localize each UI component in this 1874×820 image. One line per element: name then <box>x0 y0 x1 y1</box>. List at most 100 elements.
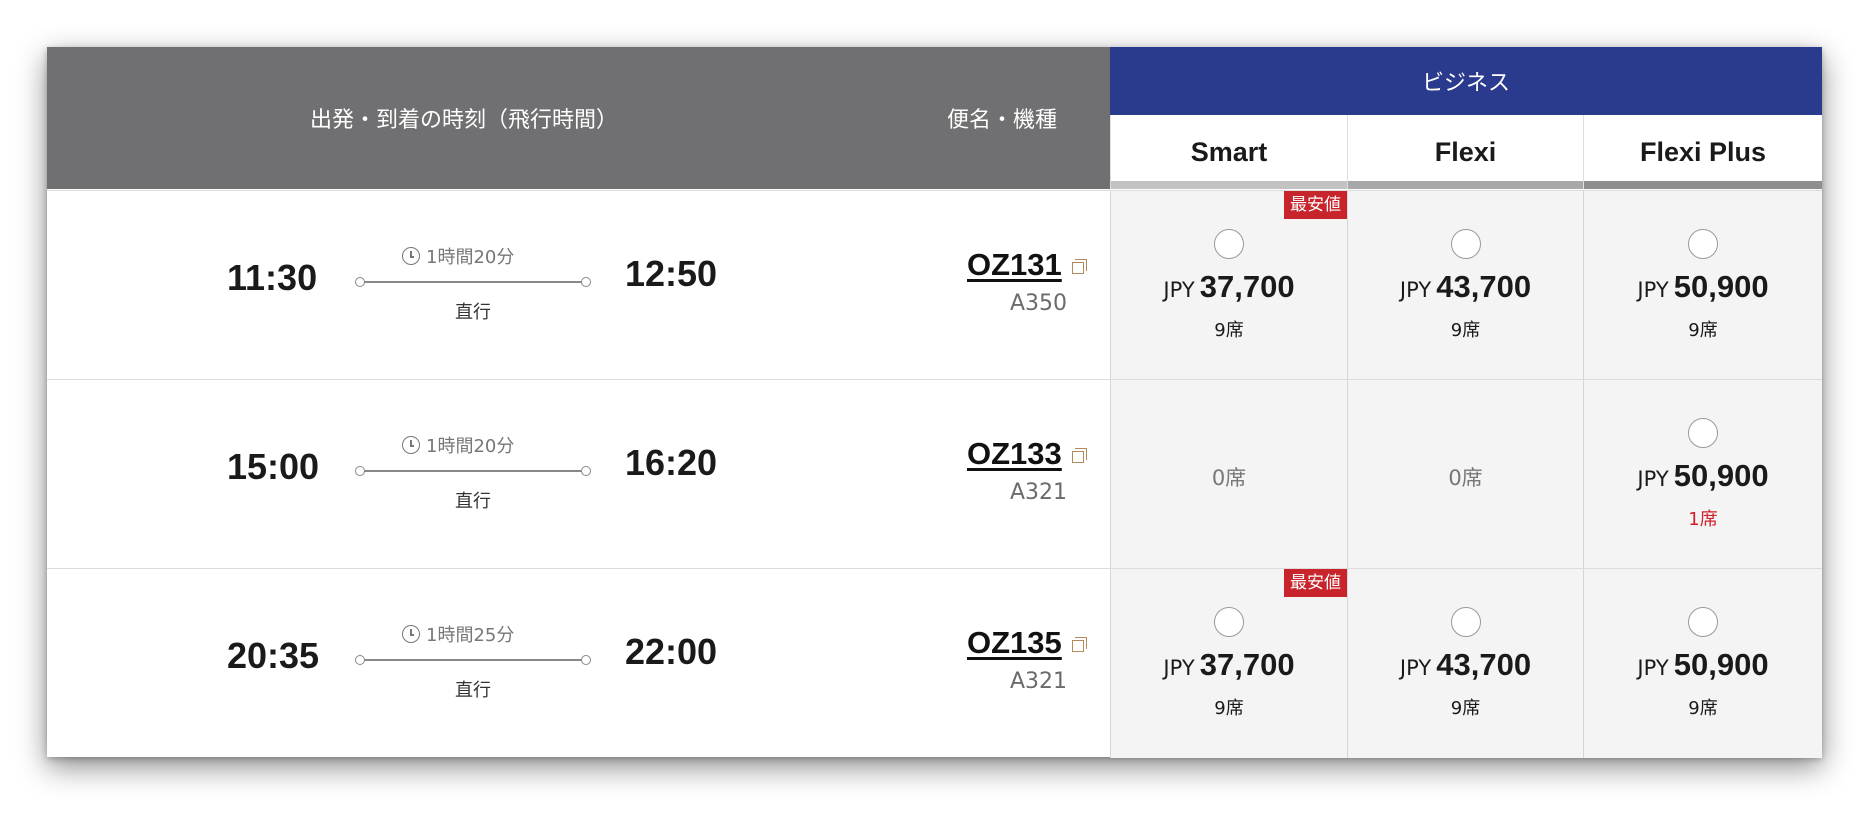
duration-text: 1時間20分 <box>426 436 515 457</box>
departure-time: 15:00 <box>227 446 320 487</box>
arrival-time: 22:00 <box>625 631 718 672</box>
fare-cell[interactable]: 最安値 JPY 37,700 9席 <box>1110 569 1347 758</box>
seats-available: 1席 <box>1688 509 1718 530</box>
flight-number-link[interactable]: OZ133 <box>967 436 1062 472</box>
currency: JPY <box>1637 467 1669 491</box>
seats-available: 0席 <box>1211 466 1247 490</box>
price-amount: 43,700 <box>1436 269 1532 304</box>
aircraft-type: A321 <box>1010 669 1068 694</box>
price-amount: 50,900 <box>1673 269 1769 304</box>
lowest-price-badge: 最安値 <box>1284 569 1347 597</box>
fare-price: JPY 43,700 <box>1348 269 1583 305</box>
route-line <box>355 466 591 476</box>
seats-available: 9席 <box>1214 320 1244 341</box>
fare-radio[interactable] <box>1214 229 1244 259</box>
external-window-icon[interactable] <box>1072 448 1087 463</box>
fare-radio[interactable] <box>1688 418 1718 448</box>
flight-duration: 1時間20分 <box>402 432 514 458</box>
stops-label: 直行 <box>455 302 491 323</box>
flight-duration: 1時間20分 <box>402 243 514 269</box>
fare-cell[interactable]: JPY 50,900 9席 <box>1583 569 1822 758</box>
seats-available: 9席 <box>1450 698 1481 719</box>
route-line <box>355 277 591 287</box>
clock-icon <box>402 625 420 643</box>
fare-price: JPY 50,900 <box>1584 647 1822 683</box>
fare-cell: 0席 <box>1110 380 1347 569</box>
arrival-time: 16:20 <box>625 442 718 483</box>
price-amount: 37,700 <box>1199 647 1295 682</box>
currency: JPY <box>1399 278 1432 302</box>
seats-available: 9席 <box>1688 698 1718 719</box>
route-destination-dot <box>581 466 591 476</box>
fare-cell[interactable]: JPY 43,700 9席 <box>1347 191 1583 380</box>
currency: JPY <box>1163 278 1195 302</box>
departure-time: 20:35 <box>227 635 320 676</box>
flight-duration: 1時間25分 <box>402 621 514 647</box>
fare-header-flexi-plus: Flexi Plus <box>1583 115 1822 189</box>
arrival-time: 12:50 <box>625 253 718 294</box>
price-amount: 50,900 <box>1673 458 1769 493</box>
currency: JPY <box>1637 278 1669 302</box>
price-amount: 43,700 <box>1436 647 1532 682</box>
flight-column-header: 便名・機種 <box>947 108 1058 133</box>
table-row: 20:35 1時間25分直行 22:00 OZ135 A321 最安値 JPY 37,700… <box>47 568 1822 758</box>
table-row: 15:00 1時間20分 直行 16:20 OZ133 A321 0席 0席 JPY 50,90… <box>47 379 1822 569</box>
fare-radio[interactable] <box>1450 229 1481 259</box>
time-column-header: 出発・到着の時刻（飛行時間） <box>310 108 619 133</box>
cabin-class-header: ビジネス <box>1110 47 1822 115</box>
currency: JPY <box>1637 656 1669 680</box>
table-row: 11:30 1時間20分 直行 12:50 OZ131 A350 最安値 JPY 37,700… <box>47 190 1822 380</box>
fare-header-flexi: Flexi <box>1347 115 1583 189</box>
aircraft-type: A350 <box>1010 291 1068 316</box>
fare-price: JPY 37,700 <box>1111 647 1347 683</box>
seats-available: 9席 <box>1450 320 1481 341</box>
fare-radio[interactable] <box>1450 607 1481 637</box>
fare-radio[interactable] <box>1688 607 1718 637</box>
fare-price: JPY 50,900 <box>1584 458 1822 494</box>
seats-available: 0席 <box>1448 466 1483 490</box>
external-window-icon[interactable] <box>1072 259 1087 274</box>
price-amount: 50,900 <box>1673 647 1769 682</box>
flight-number-link[interactable]: OZ135 <box>967 625 1062 661</box>
fare-price: JPY 50,900 <box>1584 269 1822 305</box>
fare-header-label: Flexi <box>1434 136 1497 167</box>
stops-label: 直行 <box>455 491 491 512</box>
departure-time: 11:30 <box>227 257 318 298</box>
fare-header-bar <box>1111 181 1347 189</box>
route-destination-dot <box>581 655 591 665</box>
external-window-icon[interactable] <box>1072 637 1087 652</box>
route-line <box>355 655 591 665</box>
fare-price: JPY 37,700 <box>1111 269 1347 305</box>
currency: JPY <box>1399 656 1432 680</box>
fare-cell[interactable]: JPY 50,900 9席 <box>1583 191 1822 380</box>
flight-number-link[interactable]: OZ131 <box>967 247 1062 283</box>
route-origin-dot <box>355 655 365 665</box>
route-origin-dot <box>355 466 365 476</box>
fare-header-bar <box>1348 181 1583 189</box>
stops-label: 直行 <box>455 680 491 701</box>
fare-header-bar <box>1584 181 1822 189</box>
price-amount: 37,700 <box>1199 269 1295 304</box>
seats-available: 9席 <box>1214 698 1244 719</box>
fare-cell: 0席 <box>1347 380 1583 569</box>
route-destination-dot <box>581 277 591 287</box>
aircraft-type: A321 <box>1010 480 1068 505</box>
fare-cell[interactable]: JPY 50,900 1席 <box>1583 380 1822 569</box>
lowest-price-badge: 最安値 <box>1284 191 1347 219</box>
currency: JPY <box>1163 656 1195 680</box>
duration-text: 1時間20分 <box>426 247 515 268</box>
fare-cell[interactable]: JPY 43,700 9席 <box>1347 569 1583 758</box>
clock-icon <box>402 436 420 454</box>
fare-radio[interactable] <box>1688 229 1718 259</box>
fare-header-smart: Smart <box>1110 115 1347 189</box>
seats-available: 9席 <box>1688 320 1718 341</box>
fare-header-label: Smart <box>1190 136 1268 167</box>
fare-radio[interactable] <box>1214 607 1244 637</box>
clock-icon <box>402 247 420 265</box>
flight-results-table: 出発・到着の時刻（飛行時間） 便名・機種 ビジネス Smart Flexi Flex… <box>47 47 1822 758</box>
fare-price: JPY 43,700 <box>1348 647 1583 683</box>
table-header: 出発・到着の時刻（飛行時間） 便名・機種 <box>47 47 1110 189</box>
route-origin-dot <box>355 277 365 287</box>
fare-header-label: Flexi Plus <box>1639 136 1767 167</box>
fare-cell[interactable]: 最安値 JPY 37,700 9席 <box>1110 191 1347 380</box>
